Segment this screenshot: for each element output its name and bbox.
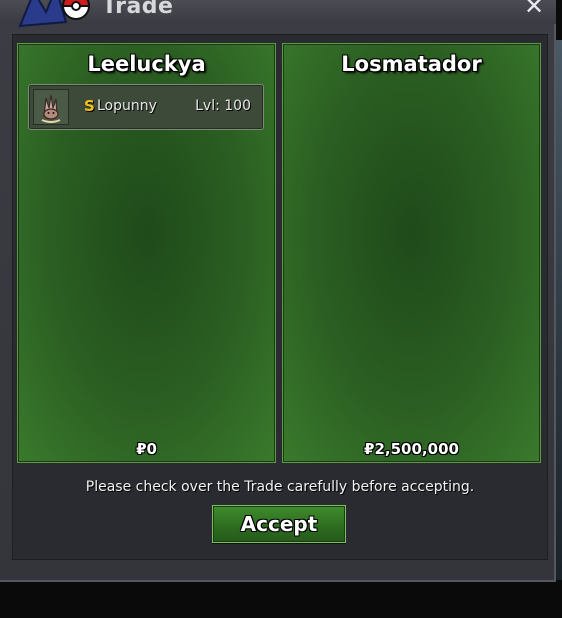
- their-offer-panel[interactable]: Losmatador ₽2,500,000: [282, 43, 541, 463]
- lopunny-sprite-icon: [33, 89, 69, 125]
- window-title: Trade: [102, 0, 174, 19]
- money-offer-right: ₽2,500,000: [364, 440, 459, 458]
- trade-warning-text: Please check over the Trade carefully be…: [85, 479, 475, 495]
- shiny-indicator: S: [84, 97, 95, 115]
- background-edge: [556, 40, 562, 580]
- close-button[interactable]: ✕: [522, 0, 546, 18]
- trader-name-right: Losmatador: [341, 52, 482, 76]
- pokemon-level: Lvl: 100: [195, 98, 251, 114]
- title-bar[interactable]: Trade ✕: [0, 0, 556, 28]
- trader-name-left: Leeluckya: [87, 52, 206, 76]
- close-icon: ✕: [523, 0, 545, 20]
- pokeball-logo-icon: [18, 0, 91, 28]
- trade-content: Leeluckya S Lopunny Lvl: 100 ₽0 Losmatad…: [12, 34, 548, 560]
- trade-window: Trade ✕ Leeluckya S Lopunny Lvl: 100 ₽0 …: [0, 0, 556, 582]
- pokemon-name: Lopunny: [97, 98, 157, 114]
- my-offer-panel[interactable]: Leeluckya S Lopunny Lvl: 100 ₽0: [17, 43, 276, 463]
- offered-pokemon-slot[interactable]: S Lopunny Lvl: 100: [28, 84, 264, 130]
- accept-button[interactable]: Accept: [212, 505, 346, 543]
- money-offer-left[interactable]: ₽0: [18, 440, 275, 458]
